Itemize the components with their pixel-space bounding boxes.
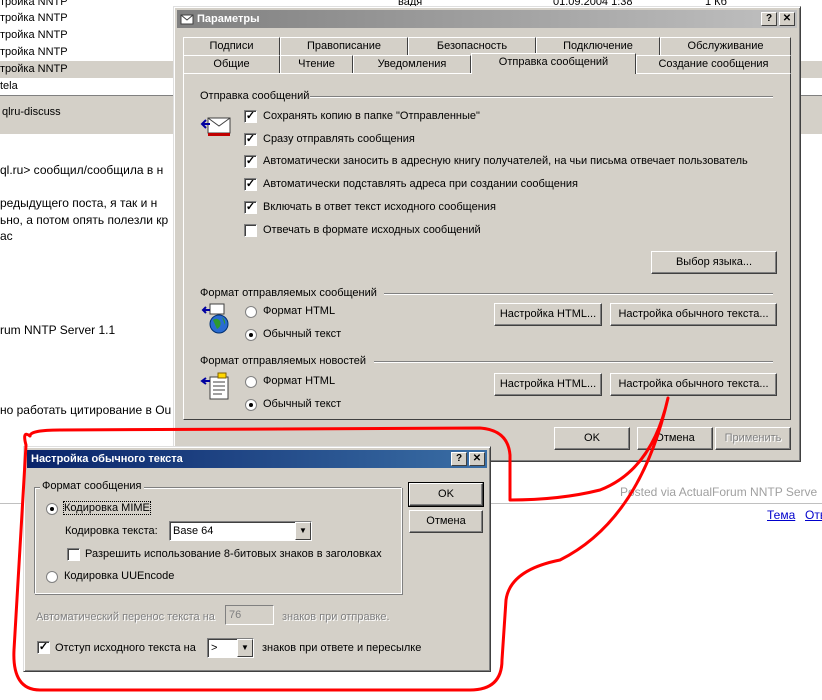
tab-send[interactable]: Отправка сообщений xyxy=(471,53,636,74)
red-annotation-outline xyxy=(12,396,670,692)
annotation-path xyxy=(12,396,670,692)
